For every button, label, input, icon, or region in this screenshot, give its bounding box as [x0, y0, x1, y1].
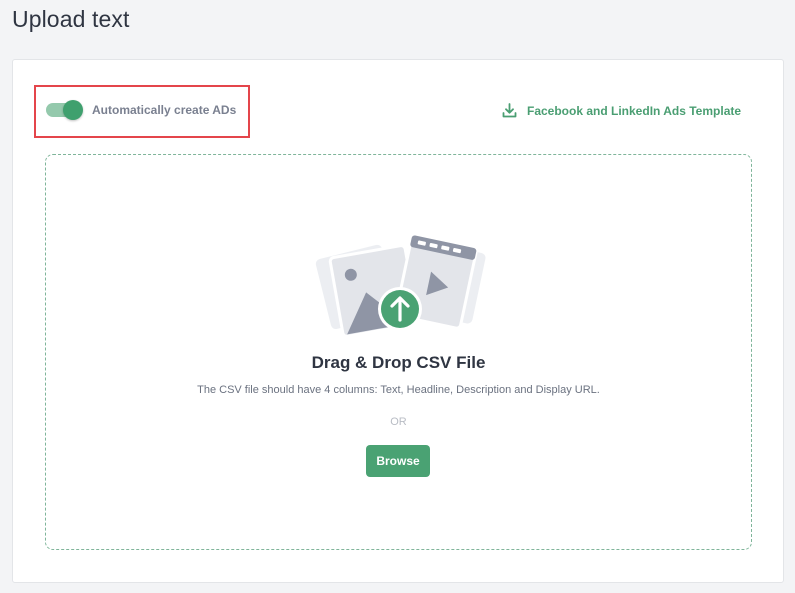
dropzone-description: The CSV file should have 4 columns: Text…: [197, 384, 600, 396]
dropzone-or-label: OR: [390, 416, 407, 428]
page-title: Upload text: [12, 6, 130, 32]
ads-template-link-label: Facebook and LinkedIn Ads Template: [527, 103, 742, 118]
auto-create-ads-label: Automatically create ADs: [92, 103, 237, 117]
ads-template-link[interactable]: Facebook and LinkedIn Ads Template: [501, 102, 741, 119]
download-icon: [502, 103, 517, 118]
browse-button[interactable]: Browse: [366, 445, 430, 477]
auto-create-ads-toggle[interactable]: [46, 100, 84, 120]
upload-card: Automatically create ADs Facebook and Li…: [12, 59, 784, 583]
upload-images-icon: [315, 234, 486, 335]
dropzone-title: Drag & Drop CSV File: [311, 353, 486, 372]
csv-dropzone[interactable]: Drag & Drop CSV File The CSV file should…: [45, 154, 752, 550]
toggle-knob: [63, 100, 83, 120]
